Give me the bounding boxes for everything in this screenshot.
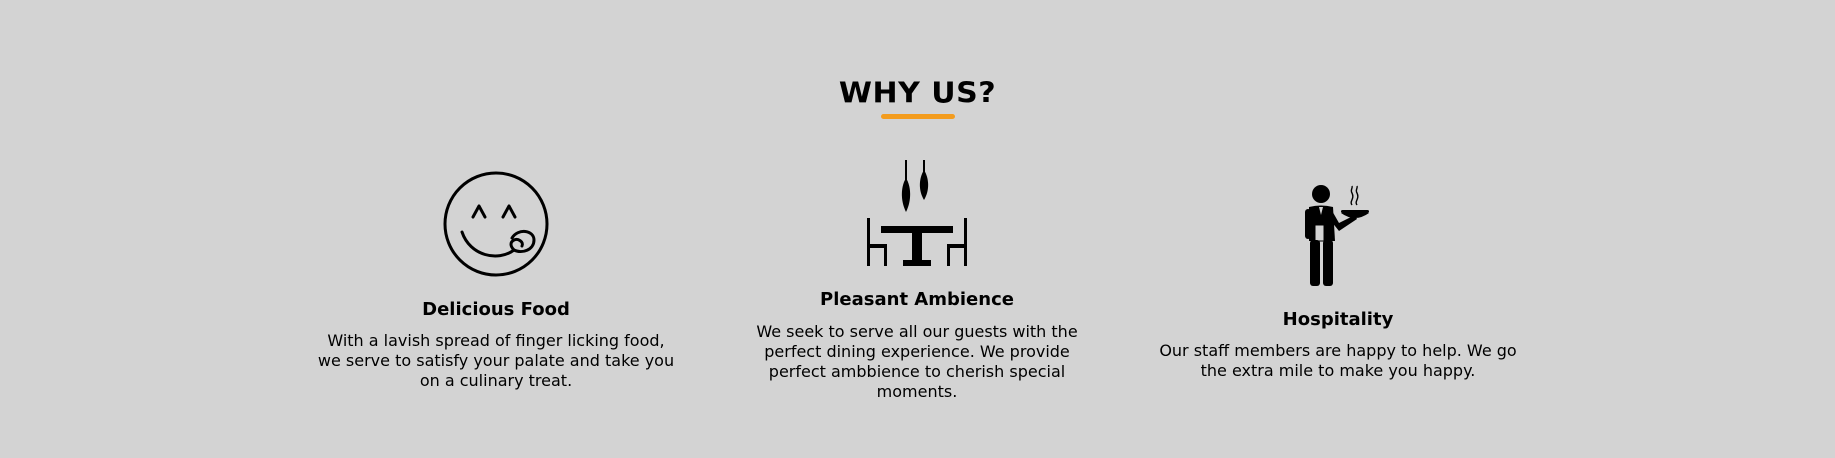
dining-table-icon — [867, 160, 967, 266]
smiley-licking-icon — [443, 171, 549, 277]
why-us-section: WHY US? Delicious Food With a lavish spr… — [0, 0, 1835, 458]
feature-delicious-food: Delicious Food With a lavish spread of f… — [316, 0, 676, 458]
feature-heading: Pleasant Ambience — [820, 289, 1014, 310]
waiter-icon — [1305, 185, 1369, 286]
feature-description: We seek to serve all our guests with the… — [756, 322, 1078, 401]
feature-pleasant-ambience: Pleasant Ambience We seek to serve all o… — [742, 0, 1092, 458]
feature-hospitality: Hospitality Our staff members are happy … — [1158, 0, 1518, 458]
feature-description: Our staff members are happy to help. We … — [1159, 341, 1517, 380]
feature-heading: Hospitality — [1282, 309, 1394, 330]
feature-description: With a lavish spread of finger licking f… — [317, 331, 675, 390]
feature-heading: Delicious Food — [422, 299, 570, 320]
